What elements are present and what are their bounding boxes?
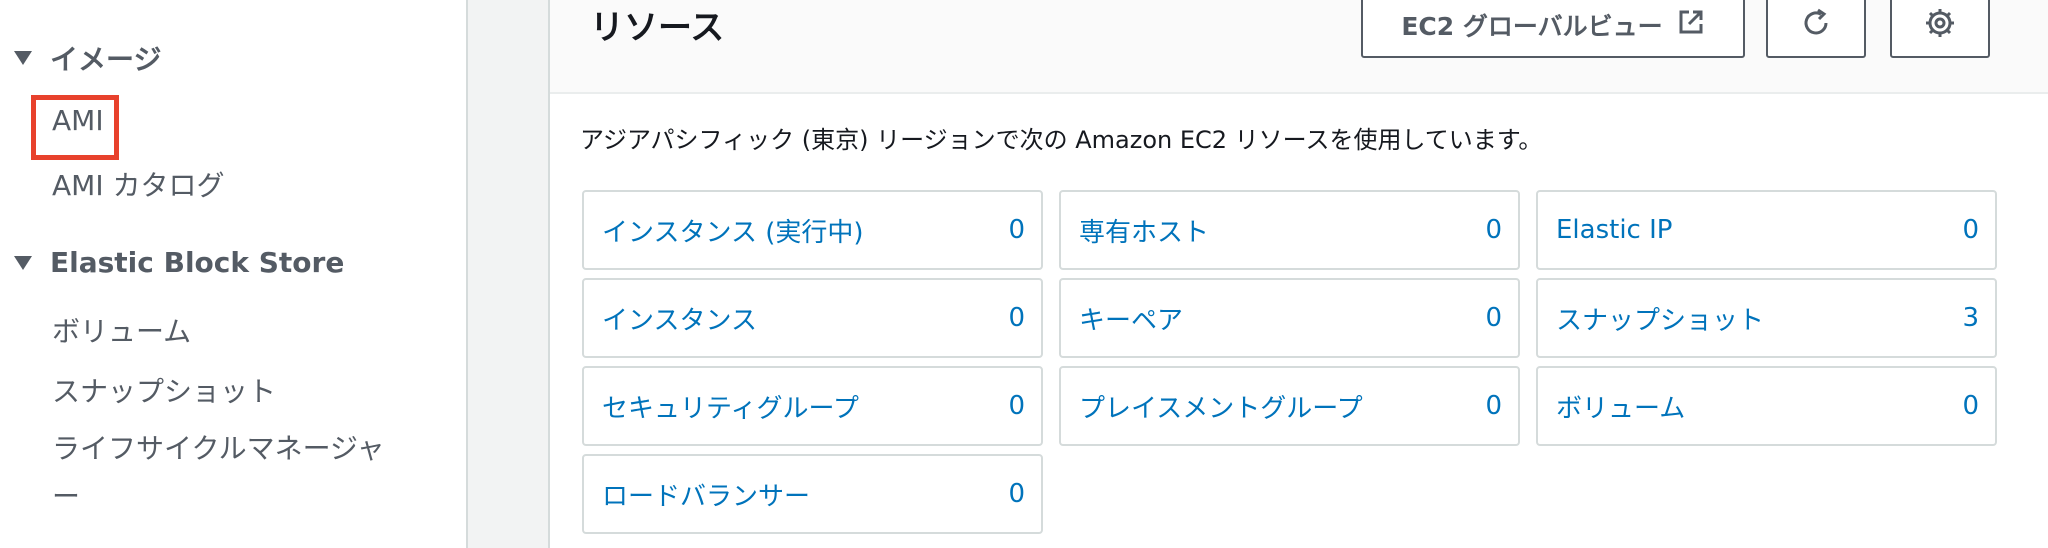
resource-card-count: 0 [1962, 391, 1979, 421]
panel-title: リソース [590, 8, 725, 48]
ec2-global-view-label: EC2 グローバルビュー [1401, 12, 1663, 41]
resource-card-running-instances[interactable]: インスタンス (実行中) 0 [582, 190, 1043, 270]
section-images-title: イメージ [50, 43, 162, 76]
resource-card-label: ロードバランサー [602, 481, 811, 512]
resource-card-count: 3 [1962, 303, 1979, 333]
resource-card-volumes[interactable]: ボリューム 0 [1536, 366, 1997, 446]
section-images-toggle[interactable]: イメージ [14, 38, 161, 78]
resource-card-label: Elastic IP [1556, 215, 1673, 245]
external-link-icon [1677, 8, 1705, 42]
gear-icon [1924, 7, 1956, 43]
resource-card-label: キーペア [1079, 305, 1184, 336]
sidebar-item-volumes[interactable]: ボリューム [52, 310, 191, 350]
resource-card-count: 0 [1485, 303, 1502, 333]
caret-down-icon [14, 255, 32, 270]
caret-down-icon [14, 51, 32, 65]
resource-card-count: 0 [1008, 303, 1025, 333]
resource-card-count: 0 [1008, 479, 1025, 509]
resource-card-count: 0 [1485, 391, 1502, 421]
resource-card-count: 0 [1008, 391, 1025, 421]
sidebar: イメージ AMI AMI カタログ Elastic Block Store ボリ… [0, 0, 468, 548]
resource-card-count: 0 [1485, 215, 1502, 245]
section-ebs-toggle[interactable]: Elastic Block Store [14, 246, 344, 279]
resource-card-label: プレイスメントグループ [1079, 393, 1363, 424]
panel-description: アジアパシフィック (東京) リージョンで次の Amazon EC2 リソースを… [580, 126, 1543, 154]
sidebar-item-lifecycle-manager[interactable]: ライフサイクルマネージャー [52, 425, 392, 521]
resource-card-elastic-ip[interactable]: Elastic IP 0 [1536, 190, 1997, 270]
resource-card-label: スナップショット [1556, 305, 1765, 336]
resource-card-label: ボリューム [1556, 393, 1686, 424]
resource-card-key-pairs[interactable]: キーペア 0 [1059, 278, 1520, 358]
panel-header: リソース EC2 グローバルビュー [550, 0, 2048, 94]
resource-card-snapshots[interactable]: スナップショット 3 [1536, 278, 1997, 358]
resource-card-placement-groups[interactable]: プレイスメントグループ 0 [1059, 366, 1520, 446]
resource-card-label: 専有ホスト [1079, 217, 1210, 248]
resource-card-label: セキュリティグループ [602, 393, 859, 424]
resource-card-label: インスタンス [602, 305, 757, 336]
settings-button[interactable] [1890, 0, 1990, 58]
ec2-global-view-button[interactable]: EC2 グローバルビュー [1361, 0, 1745, 58]
sidebar-item-ami[interactable]: AMI [52, 104, 104, 137]
resource-card-count: 0 [1008, 215, 1025, 245]
resource-card-count: 0 [1962, 215, 1979, 245]
resource-card-instances[interactable]: インスタンス 0 [582, 278, 1043, 358]
resource-card-dedicated-hosts[interactable]: 専有ホスト 0 [1059, 190, 1520, 270]
resource-card-security-groups[interactable]: セキュリティグループ 0 [582, 366, 1043, 446]
refresh-icon [1800, 7, 1832, 43]
sidebar-item-snapshots[interactable]: スナップショット [52, 370, 276, 410]
section-ebs-title: Elastic Block Store [50, 246, 345, 279]
resource-card-label: インスタンス (実行中) [602, 217, 864, 248]
resources-panel: リソース EC2 グローバルビュー アジアパシフィック (東京) リージョンで次… [548, 0, 2048, 548]
refresh-button[interactable] [1766, 0, 1866, 58]
sidebar-item-ami-catalog[interactable]: AMI カタログ [52, 164, 224, 204]
resource-card-load-balancers[interactable]: ロードバランサー 0 [582, 454, 1043, 534]
